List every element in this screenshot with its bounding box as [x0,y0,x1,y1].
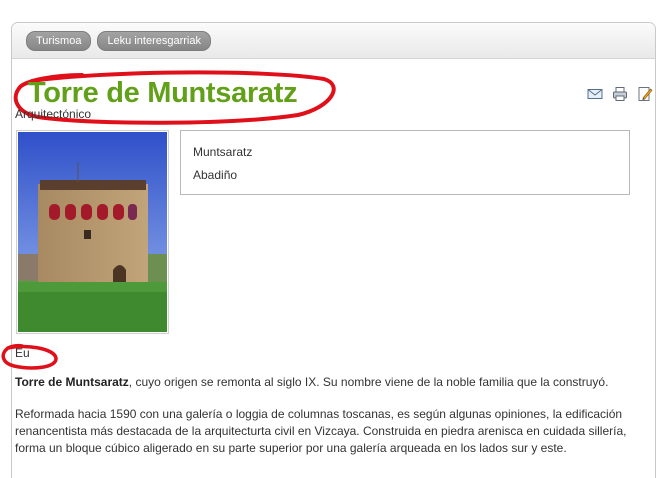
location-municipality: Abadiño [193,168,238,182]
location-box: Muntsaratz Abadiño [180,130,630,195]
intro-paragraph: Torre de Muntsaratz, cuyo origen se remo… [15,374,627,391]
title-row: Torre de Muntsaratz [12,70,655,125]
print-icon[interactable] [612,86,628,102]
tower-image [18,132,167,332]
page-tools [587,86,653,102]
description-paragraph: Reformada hacia 1590 con una galería o l… [15,407,627,455]
category-label: Arquitectónico [15,107,92,121]
intro-bold: Torre de Muntsaratz [15,375,129,389]
language-label: Eu [15,346,30,360]
breadcrumb: Turismoa Leku interesgarriak [12,23,655,59]
page-title: Torre de Muntsaratz [28,77,298,109]
description: Torre de Muntsaratz, cuyo origen se remo… [15,374,627,472]
breadcrumb-item-turismoa[interactable]: Turismoa [26,30,92,51]
edit-icon[interactable] [637,86,653,102]
intro-rest: , cuyo origen se remonta al siglo IX. Su… [128,375,609,389]
language-annotation-circle [1,343,58,370]
email-icon[interactable] [587,86,603,102]
breadcrumb-item-leku-interesgarriak[interactable]: Leku interesgarriak [97,30,211,51]
location-name: Muntsaratz [193,145,253,159]
tower-photo[interactable] [16,130,169,334]
